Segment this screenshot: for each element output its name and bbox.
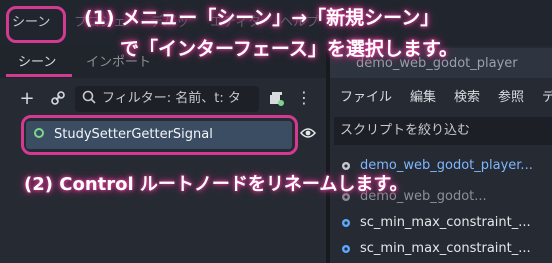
- script-name: sc_min_max_constraint_...: [360, 241, 531, 256]
- script-menu-edit[interactable]: 編集: [410, 88, 436, 108]
- script-filter-input[interactable]: スクリプトを絞り込む: [334, 117, 552, 145]
- callout-step-1-cont: で「インターフェース」を選択します。: [120, 38, 459, 60]
- link-icon[interactable]: [50, 90, 66, 106]
- add-node-icon[interactable]: +: [18, 90, 36, 108]
- script-menu-file[interactable]: ファイル: [340, 88, 392, 108]
- more-options-icon[interactable]: ⋮: [296, 89, 312, 107]
- script-menu-goto[interactable]: 参照: [498, 88, 524, 108]
- script-name: demo_web_godot_player...: [360, 158, 533, 173]
- scene-filter-input[interactable]: フィルター: 名前、t: タ: [75, 86, 259, 112]
- gear-icon: [342, 161, 350, 170]
- script-list-item[interactable]: demo_web_godot_player...: [340, 156, 533, 176]
- script-list-item[interactable]: sc_min_max_constraint_...: [340, 213, 531, 233]
- highlight-scene-tab: [6, 47, 72, 77]
- highlight-scene-menu: [6, 6, 66, 43]
- script-menu-search[interactable]: 検索: [454, 88, 480, 108]
- callout-step-1: (1) メニュー「シーン」→「新規シーン」: [84, 7, 440, 29]
- instance-scene-icon[interactable]: [268, 90, 284, 106]
- search-icon: [82, 90, 96, 104]
- gear-icon: [342, 218, 350, 227]
- callout-step-2: (2) Control ルートノードをリネームします。: [24, 174, 408, 195]
- script-name: sc_min_max_constraint_...: [360, 215, 531, 230]
- visibility-eye-icon[interactable]: [300, 127, 316, 139]
- gear-icon: [342, 244, 350, 253]
- script-list-item[interactable]: sc_min_max_constraint_...: [340, 239, 531, 259]
- script-menu-debug[interactable]: デ: [542, 88, 552, 108]
- highlight-root-node: [21, 115, 298, 155]
